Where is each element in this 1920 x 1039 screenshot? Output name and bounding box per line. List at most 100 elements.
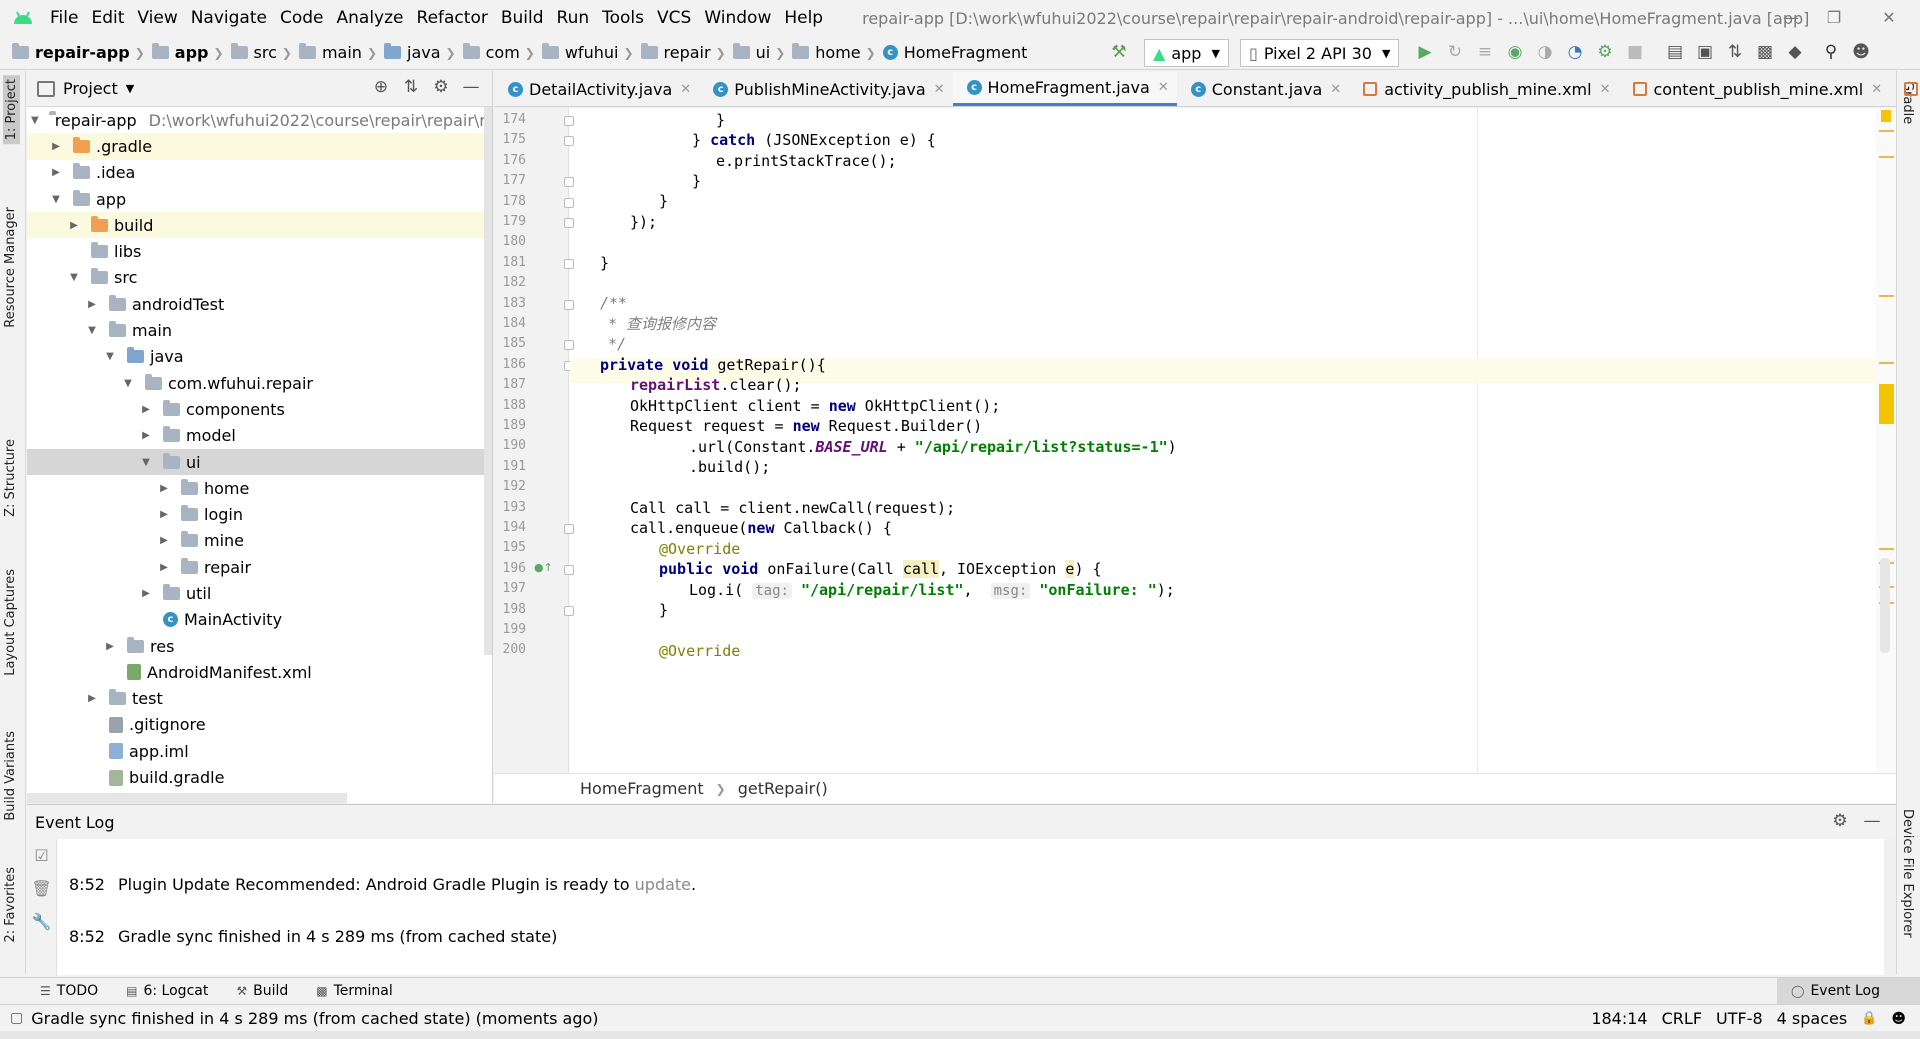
- tree-item-mainactivity[interactable]: c MainActivity: [27, 607, 492, 633]
- debug-icon[interactable]: ◉: [1504, 41, 1526, 63]
- tool-tab-layout-captures[interactable]: Layout Captures: [3, 569, 18, 676]
- collapse-arrow-icon[interactable]: ▶: [157, 509, 171, 520]
- tree-item-app-iml[interactable]: app.iml: [27, 738, 492, 764]
- sync-project-icon[interactable]: ▤: [1664, 41, 1686, 63]
- update-link[interactable]: update: [635, 875, 691, 894]
- fold-marker-icon[interactable]: [564, 258, 574, 269]
- apply-changes-icon[interactable]: ↻: [1444, 41, 1466, 63]
- line-number[interactable]: 194: [503, 520, 526, 535]
- stripe-mark[interactable]: [1879, 384, 1894, 424]
- vertical-scrollbar[interactable]: [484, 107, 492, 655]
- tree-item-build-gradle[interactable]: build.gradle: [27, 764, 492, 790]
- tool-tab-event-log[interactable]: ◯ Event Log: [1777, 978, 1920, 1004]
- expand-arrow-icon[interactable]: ▼: [103, 351, 117, 362]
- tab-publishmineactivity[interactable]: c PublishMineActivity.java ✕: [699, 72, 952, 106]
- menu-analyze[interactable]: Analyze: [333, 0, 413, 36]
- line-number[interactable]: 181: [503, 255, 526, 270]
- collapse-arrow-icon[interactable]: ▶: [139, 430, 153, 441]
- editor-scroll-thumb[interactable]: [1880, 558, 1890, 653]
- collapse-arrow-icon[interactable]: ▶: [49, 141, 63, 152]
- hector-icon[interactable]: ☻: [1891, 1011, 1906, 1027]
- fold-marker-icon[interactable]: [564, 524, 574, 534]
- fold-marker-icon[interactable]: [564, 605, 574, 616]
- tool-tab-project[interactable]: 1: Project: [3, 75, 20, 145]
- hammer-icon[interactable]: ⚒: [1108, 41, 1130, 63]
- menu-help[interactable]: Help: [780, 0, 832, 36]
- tool-tab-device-file-explorer[interactable]: Device File Explorer: [1900, 809, 1915, 938]
- wrench-icon[interactable]: 🔧: [27, 905, 56, 938]
- fold-marker-icon[interactable]: [564, 564, 574, 575]
- collapse-arrow-icon[interactable]: ▶: [157, 483, 171, 494]
- tree-item-androidmanifest[interactable]: AndroidManifest.xml: [27, 659, 492, 685]
- tab-detailactivity[interactable]: c DetailActivity.java ✕: [494, 72, 699, 106]
- fold-marker-icon[interactable]: [564, 218, 574, 228]
- collapse-arrow-icon[interactable]: ▶: [67, 220, 81, 231]
- breadcrumb-method[interactable]: getRepair(): [738, 779, 828, 798]
- stripe-mark[interactable]: [1879, 156, 1894, 158]
- crumb-homefragment[interactable]: c HomeFragment: [882, 43, 1027, 62]
- collapse-arrow-icon[interactable]: ▶: [85, 299, 99, 310]
- collapse-arrow-icon[interactable]: ▶: [85, 693, 99, 704]
- implementing-method-icon[interactable]: ●↑: [534, 561, 553, 574]
- tool-tab-logcat[interactable]: ▤ 6: Logcat: [126, 983, 208, 999]
- mark-all-read-icon[interactable]: ☑: [27, 839, 56, 872]
- close-tab-icon[interactable]: ✕: [680, 82, 691, 97]
- stripe-mark[interactable]: [1879, 295, 1894, 297]
- menu-vcs[interactable]: VCS: [653, 0, 700, 36]
- line-number[interactable]: 183: [503, 296, 526, 311]
- gear-icon[interactable]: ⚙: [426, 77, 456, 97]
- menu-navigate[interactable]: Navigate: [187, 0, 276, 36]
- status-message[interactable]: Gradle sync finished in 4 s 289 ms (from…: [31, 1009, 598, 1028]
- expand-arrow-icon[interactable]: ▼: [49, 194, 63, 205]
- line-number[interactable]: 191: [503, 459, 526, 474]
- line-number[interactable]: 180: [503, 234, 526, 249]
- minimize-icon[interactable]: —: [1778, 6, 1804, 30]
- tree-item-repair[interactable]: ▶ repair: [27, 554, 492, 580]
- line-number[interactable]: 187: [503, 377, 526, 392]
- tool-tab-structure[interactable]: Z: Structure: [3, 439, 18, 517]
- collapse-arrow-icon[interactable]: ▶: [103, 641, 117, 652]
- tree-item-login[interactable]: ▶ login: [27, 501, 492, 527]
- crumb-com[interactable]: com ❯: [462, 43, 542, 62]
- hide-icon[interactable]: —: [1856, 811, 1888, 831]
- line-number[interactable]: 195: [503, 540, 526, 555]
- tree-item-androidtest[interactable]: ▶ androidTest: [27, 291, 492, 317]
- crumb-java[interactable]: java ❯: [384, 43, 463, 62]
- crumb-src[interactable]: src ❯: [230, 43, 299, 62]
- line-number[interactable]: 199: [503, 622, 526, 637]
- fold-marker-icon[interactable]: [564, 340, 574, 351]
- menu-window[interactable]: Window: [700, 0, 780, 36]
- restore-icon[interactable]: ❐: [1821, 6, 1847, 30]
- fold-marker-icon[interactable]: [564, 136, 574, 147]
- event-log-scrollbar[interactable]: [1884, 839, 1896, 976]
- expand-arrow-icon[interactable]: ▼: [31, 115, 39, 126]
- tree-item-gitignore[interactable]: .gitignore: [27, 712, 492, 738]
- layout-inspector-icon[interactable]: ◆: [1784, 41, 1806, 63]
- line-number[interactable]: 193: [503, 500, 526, 515]
- tab-overflow-sta[interactable]: sta: [1890, 72, 1920, 106]
- stop-icon[interactable]: ■: [1624, 41, 1646, 63]
- tree-item-repair-app[interactable]: ▼ repair-app D:\work\wfuhui2022\course\rep…: [27, 107, 492, 133]
- collapse-arrow-icon[interactable]: ▶: [139, 588, 153, 599]
- expand-arrow-icon[interactable]: ▼: [139, 457, 153, 468]
- collapse-all-icon[interactable]: ⇅: [396, 77, 426, 97]
- tree-item-package[interactable]: ▼ com.wfuhui.repair: [27, 370, 492, 396]
- run-icon[interactable]: ▶: [1414, 41, 1436, 63]
- run-config-select[interactable]: ▲ app ▼: [1144, 39, 1229, 67]
- tree-item-ui[interactable]: ▼ ui: [27, 448, 492, 476]
- line-number[interactable]: 182: [503, 275, 526, 290]
- close-tab-icon[interactable]: ✕: [934, 82, 945, 97]
- line-number[interactable]: 190: [503, 438, 526, 453]
- tool-tab-terminal[interactable]: ▩ Terminal: [316, 983, 393, 999]
- menu-run[interactable]: Run: [553, 0, 599, 36]
- gear-icon[interactable]: ⚙: [1824, 811, 1856, 831]
- line-number[interactable]: 198: [503, 602, 526, 617]
- collapse-arrow-icon[interactable]: ▶: [139, 404, 153, 415]
- expand-arrow-icon[interactable]: ▼: [85, 325, 99, 336]
- menu-build[interactable]: Build: [497, 0, 553, 36]
- tree-item-components[interactable]: ▶ components: [27, 396, 492, 422]
- tree-item-test[interactable]: ▶ test: [27, 686, 492, 712]
- close-tab-icon[interactable]: ✕: [1871, 82, 1882, 97]
- tree-item-util[interactable]: ▶ util: [27, 580, 492, 606]
- collapse-arrow-icon[interactable]: ▶: [157, 562, 171, 573]
